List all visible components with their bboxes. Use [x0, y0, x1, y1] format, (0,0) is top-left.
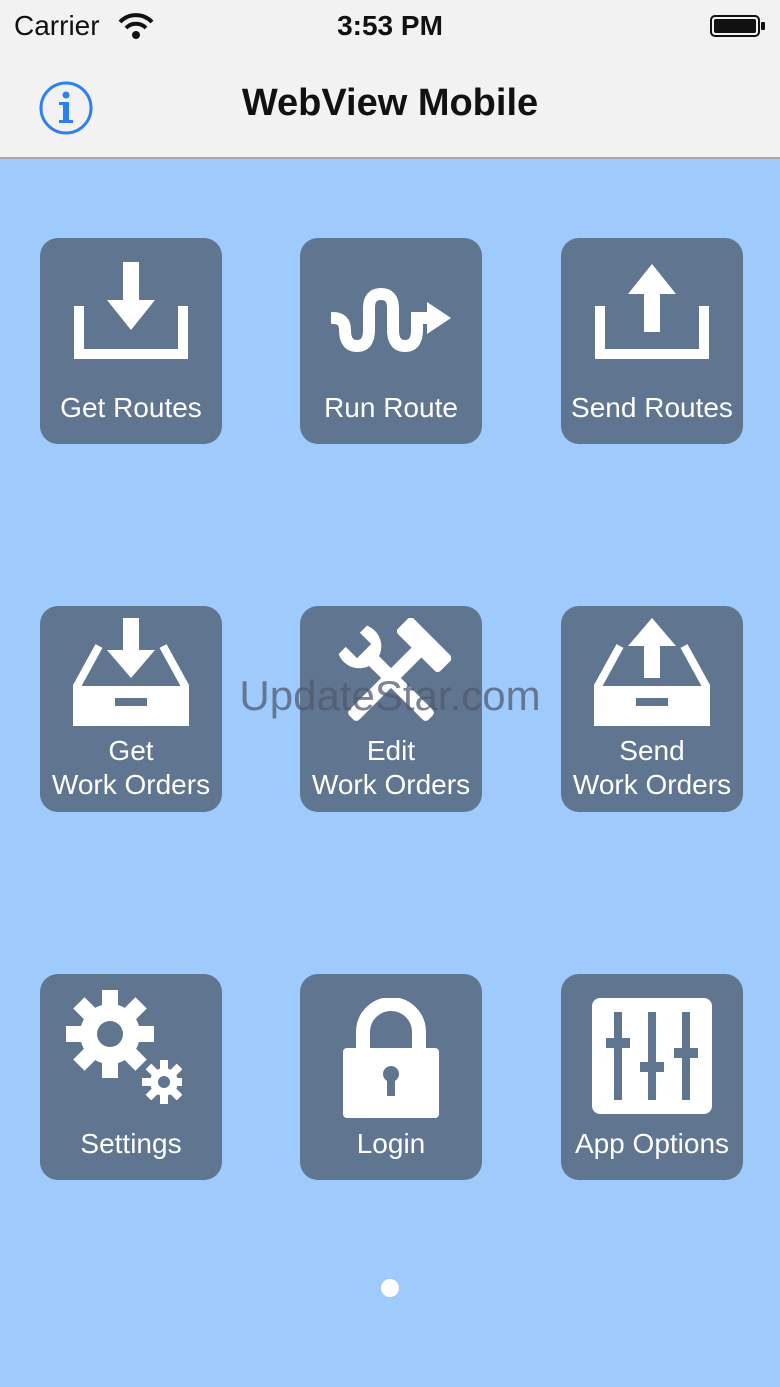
inbox-download-icon — [73, 618, 189, 726]
login-label: Login — [356, 1128, 426, 1159]
edit-work-orders-label-line1: Edit — [366, 735, 416, 766]
lock-icon — [343, 998, 439, 1118]
send-work-orders-button[interactable]: Send Work Orders — [561, 606, 743, 812]
tools-icon — [338, 618, 451, 721]
run-route-label: Run Route — [324, 392, 458, 423]
page-indicator-dot[interactable] — [381, 1279, 399, 1297]
nav-bar: WebView Mobile — [0, 56, 780, 159]
settings-label: Settings — [80, 1128, 182, 1159]
get-work-orders-label-line2: Work Orders — [51, 769, 211, 800]
download-tray-icon — [74, 262, 188, 359]
status-bar: Carrier 3:53 PM — [0, 0, 780, 56]
settings-button[interactable]: Settings — [40, 974, 222, 1180]
send-work-orders-label-line1: Send — [619, 735, 685, 766]
route-arrow-icon — [331, 287, 451, 353]
get-work-orders-button[interactable]: Get Work Orders — [40, 606, 222, 812]
get-routes-button[interactable]: Get Routes — [40, 238, 222, 444]
upload-tray-icon — [595, 264, 709, 359]
battery-icon — [710, 15, 765, 37]
gears-icon — [66, 990, 182, 1104]
sliders-icon — [592, 998, 712, 1114]
send-routes-button[interactable]: Send Routes — [561, 238, 743, 444]
page-title: WebView Mobile — [241, 82, 539, 124]
status-time: 3:53 PM — [337, 10, 443, 41]
app-options-button[interactable]: App Options — [561, 974, 743, 1180]
edit-work-orders-button[interactable]: Edit Work Orders — [300, 606, 482, 812]
send-work-orders-label-line2: Work Orders — [572, 769, 732, 800]
send-routes-label: Send Routes — [571, 392, 733, 423]
get-routes-label: Get Routes — [60, 392, 202, 423]
run-route-button[interactable]: Run Route — [300, 238, 482, 444]
edit-work-orders-label-line2: Work Orders — [311, 769, 471, 800]
get-work-orders-label-line1: Get — [108, 735, 154, 766]
inbox-upload-icon — [594, 618, 710, 726]
app-options-label: App Options — [574, 1128, 730, 1159]
login-button[interactable]: Login — [300, 974, 482, 1180]
